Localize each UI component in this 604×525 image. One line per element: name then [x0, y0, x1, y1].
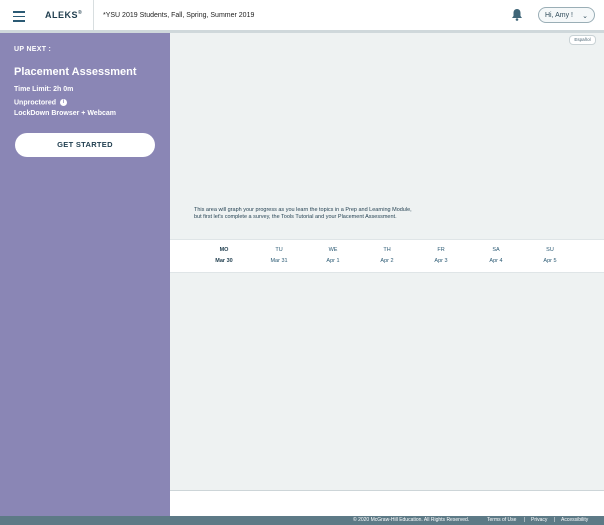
logo-text: ALEKS — [45, 10, 79, 20]
assessment-title: Placement Assessment — [14, 66, 137, 78]
user-greeting: Hi, Amy ! — [545, 12, 574, 19]
day-date: Apr 2 — [380, 258, 394, 264]
day-friday[interactable]: FR Apr 3 — [421, 247, 461, 264]
aleks-logo[interactable]: ALEKS® — [45, 10, 82, 20]
day-saturday[interactable]: SA Apr 4 — [476, 247, 516, 264]
time-limit: Time Limit: 2h 0m — [14, 86, 74, 93]
day-date: Mar 30 — [215, 258, 233, 264]
day-name: SU — [546, 247, 554, 253]
language-toggle-button[interactable]: Español — [569, 35, 596, 45]
sidebar: UP NEXT : Placement Assessment Time Limi… — [0, 33, 170, 516]
proctor-label: Unproctored — [14, 99, 56, 107]
user-menu-button[interactable]: Hi, Amy ! ⌄ — [538, 7, 595, 23]
accessibility-link[interactable]: Accessibility — [561, 516, 588, 525]
day-date: Mar 31 — [270, 258, 288, 264]
day-name: TU — [275, 247, 283, 253]
privacy-link[interactable]: Privacy — [531, 516, 547, 525]
terms-link[interactable]: Terms of Use — [487, 516, 516, 525]
footer: © 2020 McGraw-Hill Education. All Rights… — [0, 516, 604, 525]
info-icon[interactable]: i — [59, 99, 67, 106]
day-sunday[interactable]: SU Apr 5 — [530, 247, 570, 264]
day-date: Apr 4 — [489, 258, 503, 264]
day-name: FR — [437, 247, 445, 253]
top-header: ALEKS® *YSU 2019 Students, Fall, Spring,… — [0, 0, 604, 33]
footer-separator: | — [554, 517, 556, 523]
logo-mark: ® — [78, 10, 83, 16]
chevron-down-icon: ⌄ — [582, 13, 588, 20]
get-started-button[interactable]: GET STARTED — [15, 133, 155, 157]
day-thursday[interactable]: TH Apr 2 — [367, 247, 407, 264]
browser-requirement: LockDown Browser + Webcam — [14, 110, 116, 117]
day-name: TH — [383, 247, 391, 253]
header-divider — [93, 0, 94, 30]
bell-icon[interactable] — [511, 8, 523, 21]
up-next-label: UP NEXT : — [14, 46, 52, 53]
bottom-panel — [170, 490, 604, 517]
day-tuesday[interactable]: TU Mar 31 — [259, 247, 299, 264]
copyright-text: © 2020 McGraw-Hill Education. All Rights… — [353, 517, 470, 523]
menu-icon[interactable] — [8, 6, 30, 24]
day-date: Apr 1 — [326, 258, 340, 264]
day-date: Apr 3 — [434, 258, 448, 264]
progress-graph-message: This area will graph your progress as yo… — [194, 207, 412, 220]
week-calendar: MO Mar 30 TU Mar 31 WE Apr 1 TH Apr 2 FR Apr … — [170, 239, 604, 273]
class-name: *YSU 2019 Students, Fall, Spring, Summer… — [103, 12, 255, 19]
day-name: WE — [328, 247, 338, 253]
day-name: SA — [492, 247, 500, 253]
day-monday[interactable]: MO Mar 30 — [204, 247, 244, 264]
proctor-status: Unproctored i — [14, 99, 67, 106]
day-date: Apr 5 — [543, 258, 557, 264]
footer-separator: | — [524, 517, 526, 523]
day-name: MO — [219, 247, 229, 253]
day-wednesday[interactable]: WE Apr 1 — [313, 247, 353, 264]
